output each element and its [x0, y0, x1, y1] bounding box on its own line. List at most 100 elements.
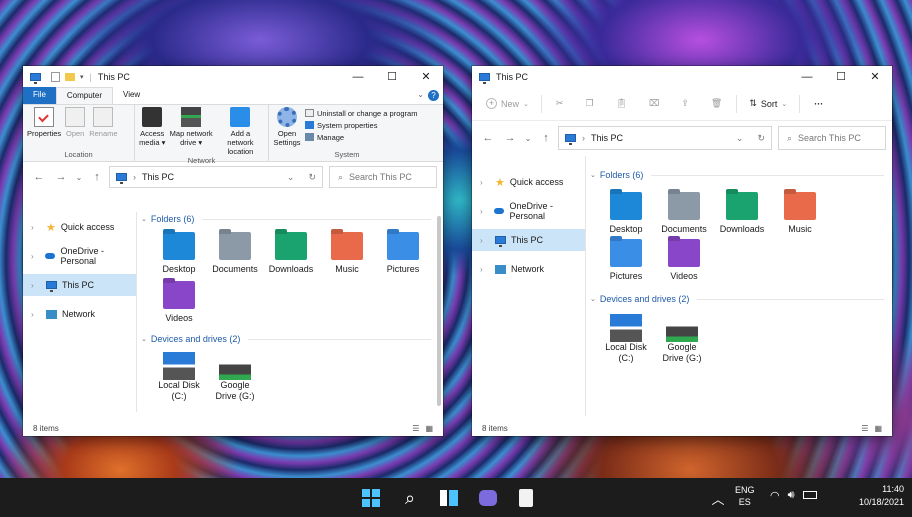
folders-group-header[interactable]: ⌄ Folders (6) — [590, 168, 884, 182]
recent-dropdown-button[interactable]: ⌄ — [73, 173, 85, 182]
folder-music[interactable]: Music — [319, 232, 375, 275]
chevron-right-icon[interactable]: › — [31, 223, 41, 232]
vertical-scrollbar[interactable] — [437, 216, 441, 406]
back-button[interactable]: ← — [29, 171, 49, 183]
folders-group-header[interactable]: ⌄ Folders (6) — [141, 212, 431, 226]
chevron-right-icon[interactable]: › — [480, 207, 489, 216]
minimize-button[interactable]: — — [341, 66, 375, 87]
nav-quick-access[interactable]: › ★ Quick access — [23, 216, 136, 238]
breadcrumb-this-pc[interactable]: This PC — [142, 172, 174, 182]
open-settings-button[interactable]: Open Settings — [273, 107, 301, 150]
tiles-view-icon[interactable]: ▦ — [874, 424, 882, 433]
address-bar[interactable]: › This PC ⌄ ↻ — [109, 166, 323, 188]
details-view-icon[interactable]: ☰ — [861, 424, 868, 433]
minimize-button[interactable]: — — [790, 66, 824, 87]
help-icon[interactable]: ? — [428, 90, 439, 101]
tiles-view-icon[interactable]: ▦ — [425, 424, 433, 433]
chevron-right-icon[interactable]: › — [480, 236, 490, 245]
widgets-button[interactable] — [437, 486, 461, 510]
folder-downloads[interactable]: Downloads — [714, 192, 770, 235]
drive-google-drive[interactable]: Google Drive (G:) — [654, 314, 710, 364]
address-dropdown-icon[interactable]: ⌄ — [287, 172, 295, 183]
uninstall-program-item[interactable]: Uninstall or change a program — [305, 109, 417, 118]
back-button[interactable]: ← — [478, 132, 498, 144]
search-button[interactable]: ⌕ — [398, 486, 422, 510]
address-dropdown-icon[interactable]: ⌄ — [736, 133, 744, 144]
qat-dropdown-icon[interactable]: ▾ — [80, 73, 84, 81]
chevron-right-icon[interactable]: › — [31, 281, 41, 290]
chevron-right-icon[interactable]: › — [480, 178, 490, 187]
nav-onedrive[interactable]: › OneDrive - Personal — [472, 200, 585, 222]
show-hidden-icons-button[interactable]: ︿ — [706, 486, 730, 510]
folder-downloads[interactable]: Downloads — [263, 232, 319, 275]
map-network-drive-button[interactable]: Map network drive ▾ — [169, 107, 213, 156]
share-icon[interactable]: ⇪ — [673, 98, 697, 109]
nav-network[interactable]: › Network — [23, 303, 136, 325]
tab-computer[interactable]: Computer — [55, 87, 114, 104]
folder-videos[interactable]: Videos — [151, 281, 207, 324]
nav-this-pc[interactable]: › This PC — [23, 274, 136, 296]
copy-icon[interactable]: ❐ — [577, 98, 601, 109]
folder-music[interactable]: Music — [772, 192, 828, 235]
refresh-icon[interactable]: ↻ — [308, 172, 316, 183]
search-box[interactable]: ⌕ Search This PC — [329, 166, 437, 188]
forward-button[interactable]: → — [51, 171, 71, 183]
nav-network[interactable]: › Network — [472, 258, 585, 280]
up-button[interactable]: ↑ — [536, 132, 556, 144]
devices-group-header[interactable]: ⌄ Devices and drives (2) — [590, 292, 884, 306]
open-button[interactable]: Open — [65, 107, 86, 150]
up-button[interactable]: ↑ — [87, 171, 107, 183]
notepad-button[interactable] — [514, 486, 538, 510]
collapse-ribbon-icon[interactable]: ⌄ — [413, 87, 428, 104]
new-button[interactable]: + New ⌄ — [480, 98, 535, 109]
access-media-button[interactable]: Access media ▾ — [139, 107, 165, 156]
refresh-icon[interactable]: ↻ — [757, 133, 765, 144]
drive-local-disk[interactable]: Local Disk (C:) — [151, 352, 207, 402]
search-box[interactable]: ⌕ Search This PC — [778, 126, 886, 150]
system-properties-item[interactable]: System properties — [305, 121, 417, 130]
clock[interactable]: 11:40 10/18/2021 — [844, 483, 904, 509]
manage-item[interactable]: Manage — [305, 133, 417, 142]
chevron-right-icon[interactable]: › — [480, 265, 490, 274]
folder-pictures[interactable]: Pictures — [598, 239, 654, 282]
maximize-button[interactable]: ☐ — [375, 66, 409, 87]
folder-pictures[interactable]: Pictures — [375, 232, 431, 275]
folder-documents[interactable]: Documents — [656, 192, 712, 235]
maximize-button[interactable]: ☐ — [824, 66, 858, 87]
chat-button[interactable] — [476, 486, 500, 510]
delete-icon[interactable]: 🗑︎ — [703, 98, 730, 109]
tab-view[interactable]: View — [113, 87, 150, 104]
add-network-location-button[interactable]: Add a network location — [217, 107, 264, 156]
chevron-right-icon[interactable]: › — [31, 252, 40, 261]
tab-file[interactable]: File — [23, 87, 56, 104]
nav-this-pc[interactable]: › This PC — [472, 229, 585, 251]
language-indicator[interactable]: ENG ES — [735, 484, 755, 508]
folder-videos[interactable]: Videos — [656, 239, 712, 282]
nav-onedrive[interactable]: › OneDrive - Personal — [23, 245, 136, 267]
recent-dropdown-button[interactable]: ⌄ — [522, 134, 534, 143]
forward-button[interactable]: → — [500, 132, 520, 144]
cut-icon[interactable]: ✂ — [548, 98, 572, 109]
close-button[interactable]: ✕ — [409, 66, 443, 87]
folder-documents[interactable]: Documents — [207, 232, 263, 275]
address-bar[interactable]: › This PC ⌄ ↻ — [558, 126, 772, 150]
start-button[interactable] — [359, 486, 383, 510]
drive-local-disk[interactable]: Local Disk (C:) — [598, 314, 654, 364]
rename-icon[interactable]: ⌧ — [641, 98, 667, 109]
new-folder-qat-icon[interactable] — [65, 72, 75, 81]
folder-desktop[interactable]: Desktop — [151, 232, 207, 275]
system-tray[interactable]: ◠ 🔊︎ — [770, 489, 817, 502]
properties-button[interactable]: Properties — [27, 107, 61, 150]
nav-quick-access[interactable]: › ★ Quick access — [472, 171, 585, 193]
properties-qat-icon[interactable] — [51, 71, 60, 82]
rename-button[interactable]: Rename — [89, 107, 118, 150]
sort-button[interactable]: ⇅ Sort ⌄ — [743, 98, 793, 109]
close-button[interactable]: ✕ — [858, 66, 892, 87]
folder-desktop[interactable]: Desktop — [598, 192, 654, 235]
drive-google-drive[interactable]: Google Drive (G:) — [207, 352, 263, 402]
details-view-icon[interactable]: ☰ — [412, 424, 419, 433]
more-options-button[interactable]: ··· — [806, 99, 831, 109]
paste-icon[interactable]: 📋︎ — [608, 98, 635, 109]
devices-group-header[interactable]: ⌄ Devices and drives (2) — [141, 332, 431, 346]
chevron-right-icon[interactable]: › — [31, 310, 41, 319]
